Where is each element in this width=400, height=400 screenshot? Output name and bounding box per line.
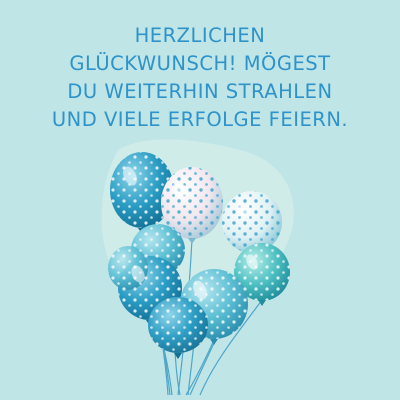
balloon-bouquet-illustration [101, 139, 294, 396]
balloon-8 [148, 297, 208, 359]
greeting-card: HERZLICHEN GLÜCKWUNSCH! MÖGEST DU WEITER… [0, 0, 400, 400]
balloon-9 [108, 246, 148, 290]
